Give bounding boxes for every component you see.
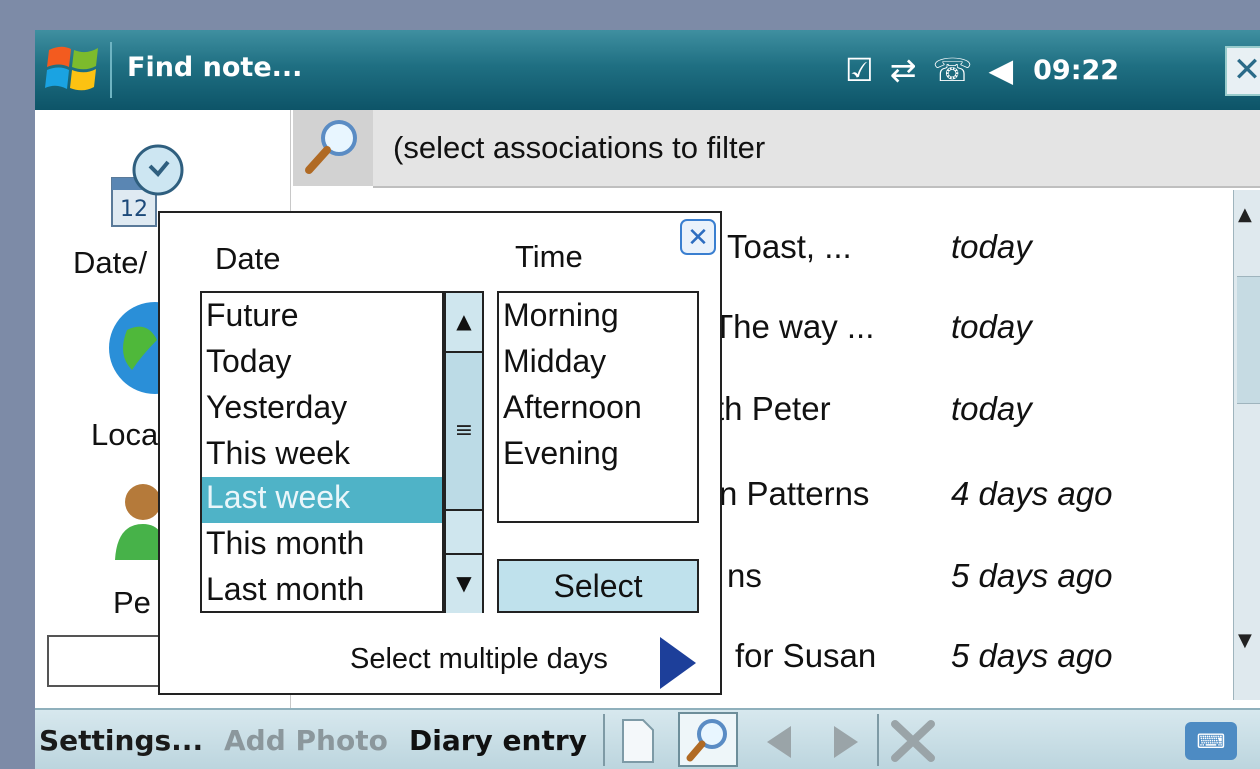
bottom-menu-bar: Settings... Add Photo Diary entry ⌨ xyxy=(35,708,1260,769)
time-label: Time xyxy=(515,239,583,274)
results-scrollbar[interactable]: ▲ ▼ xyxy=(1233,190,1260,700)
time-option[interactable]: Evening xyxy=(503,435,619,472)
divider xyxy=(603,714,605,766)
sidebar-item-location[interactable]: Loca xyxy=(91,417,158,453)
results-list: Toast, ... today The way ... today th Pe… xyxy=(693,190,1233,700)
search-toolbar-button[interactable] xyxy=(678,712,738,767)
title-bar: Find note... ☑ ⇄ ☏ ◀︎ 09:22 ✕ xyxy=(35,30,1260,110)
result-date: today xyxy=(951,308,1032,345)
svg-text:12: 12 xyxy=(120,197,148,222)
result-title[interactable]: The way ... xyxy=(713,308,874,346)
search-button[interactable] xyxy=(293,110,374,186)
scroll-thumb-grip-icon[interactable]: ≡ xyxy=(446,353,482,511)
scroll-down-icon[interactable]: ▼ xyxy=(1238,630,1252,651)
diary-entry-softkey[interactable]: Diary entry xyxy=(409,724,587,757)
new-document-icon[interactable] xyxy=(617,718,657,764)
right-arrow-icon[interactable] xyxy=(658,637,698,689)
result-date: 5 days ago xyxy=(951,557,1113,594)
title-separator xyxy=(110,42,112,98)
scroll-up-icon[interactable]: ▲ xyxy=(1238,204,1252,225)
time-option[interactable]: Afternoon xyxy=(503,389,642,426)
result-date: 5 days ago xyxy=(951,637,1113,674)
scroll-thumb[interactable] xyxy=(1237,276,1260,404)
magnifier-icon xyxy=(305,120,357,174)
filter-text: (select associations to filter xyxy=(393,130,766,165)
result-date: today xyxy=(951,390,1032,427)
filter-bar[interactable]: (select associations to filter xyxy=(373,110,1260,188)
keyboard-icon[interactable]: ⌨ xyxy=(1185,722,1237,760)
sidebar-item-people[interactable]: Pe xyxy=(113,585,151,621)
result-title[interactable]: for Susan xyxy=(735,637,876,675)
next-arrow-icon[interactable] xyxy=(826,722,866,762)
date-option[interactable]: This month xyxy=(206,525,364,562)
status-tray: ☑ ⇄ ☏ ◀︎ 09:22 xyxy=(845,48,1119,92)
time-option[interactable]: Midday xyxy=(503,343,606,380)
result-title[interactable]: n Patterns xyxy=(719,475,869,513)
clock-display[interactable]: 09:22 xyxy=(1033,55,1119,86)
select-button[interactable]: Select xyxy=(497,559,699,613)
date-option[interactable]: Today xyxy=(206,343,291,380)
result-date: 4 days ago xyxy=(951,475,1113,512)
result-title[interactable]: Toast, ... xyxy=(727,228,852,266)
select-multiple-days-link[interactable]: Select multiple days xyxy=(350,643,608,676)
add-photo-softkey[interactable]: Add Photo xyxy=(224,724,388,757)
date-listbox[interactable]: Future Today Yesterday This week Last we… xyxy=(200,291,444,613)
date-time-filter-dialog: ✕ Date Time Future Today Yesterday This … xyxy=(158,211,722,695)
previous-arrow-icon[interactable] xyxy=(759,722,799,762)
settings-softkey[interactable]: Settings... xyxy=(39,724,203,757)
date-option[interactable]: Future xyxy=(206,297,298,334)
window-title: Find note... xyxy=(127,52,303,83)
result-title[interactable]: ns xyxy=(727,557,762,595)
date-label: Date xyxy=(215,241,281,276)
time-listbox[interactable]: Morning Midday Afternoon Evening xyxy=(497,291,699,523)
divider xyxy=(877,714,879,766)
result-title[interactable]: th Peter xyxy=(715,390,831,428)
date-option[interactable]: Yesterday xyxy=(206,389,347,426)
windows-start-icon[interactable] xyxy=(43,40,103,98)
scroll-up-icon[interactable]: ▲ xyxy=(446,293,482,353)
phone-signal-icon[interactable]: ☏ xyxy=(933,51,973,89)
notification-checkbox-icon[interactable]: ☑ xyxy=(845,51,874,89)
close-dialog-button[interactable]: ✕ xyxy=(680,219,716,255)
date-option[interactable]: Last month xyxy=(206,571,364,608)
scroll-down-icon[interactable]: ▼ xyxy=(446,553,482,613)
sidebar-item-date[interactable]: Date/ xyxy=(73,245,147,281)
result-date: today xyxy=(951,228,1032,265)
date-option[interactable]: This week xyxy=(206,435,350,472)
date-option-selected[interactable]: Last week xyxy=(206,479,350,516)
time-option[interactable]: Morning xyxy=(503,297,619,334)
date-list-scrollbar[interactable]: ▲ ≡ ▼ xyxy=(444,291,484,613)
volume-icon[interactable]: ◀︎ xyxy=(989,51,1014,89)
delete-x-icon[interactable] xyxy=(889,718,937,764)
close-window-button[interactable]: ✕ xyxy=(1225,46,1260,96)
magnifier-icon xyxy=(686,719,727,762)
connectivity-icon[interactable]: ⇄ xyxy=(890,51,917,89)
